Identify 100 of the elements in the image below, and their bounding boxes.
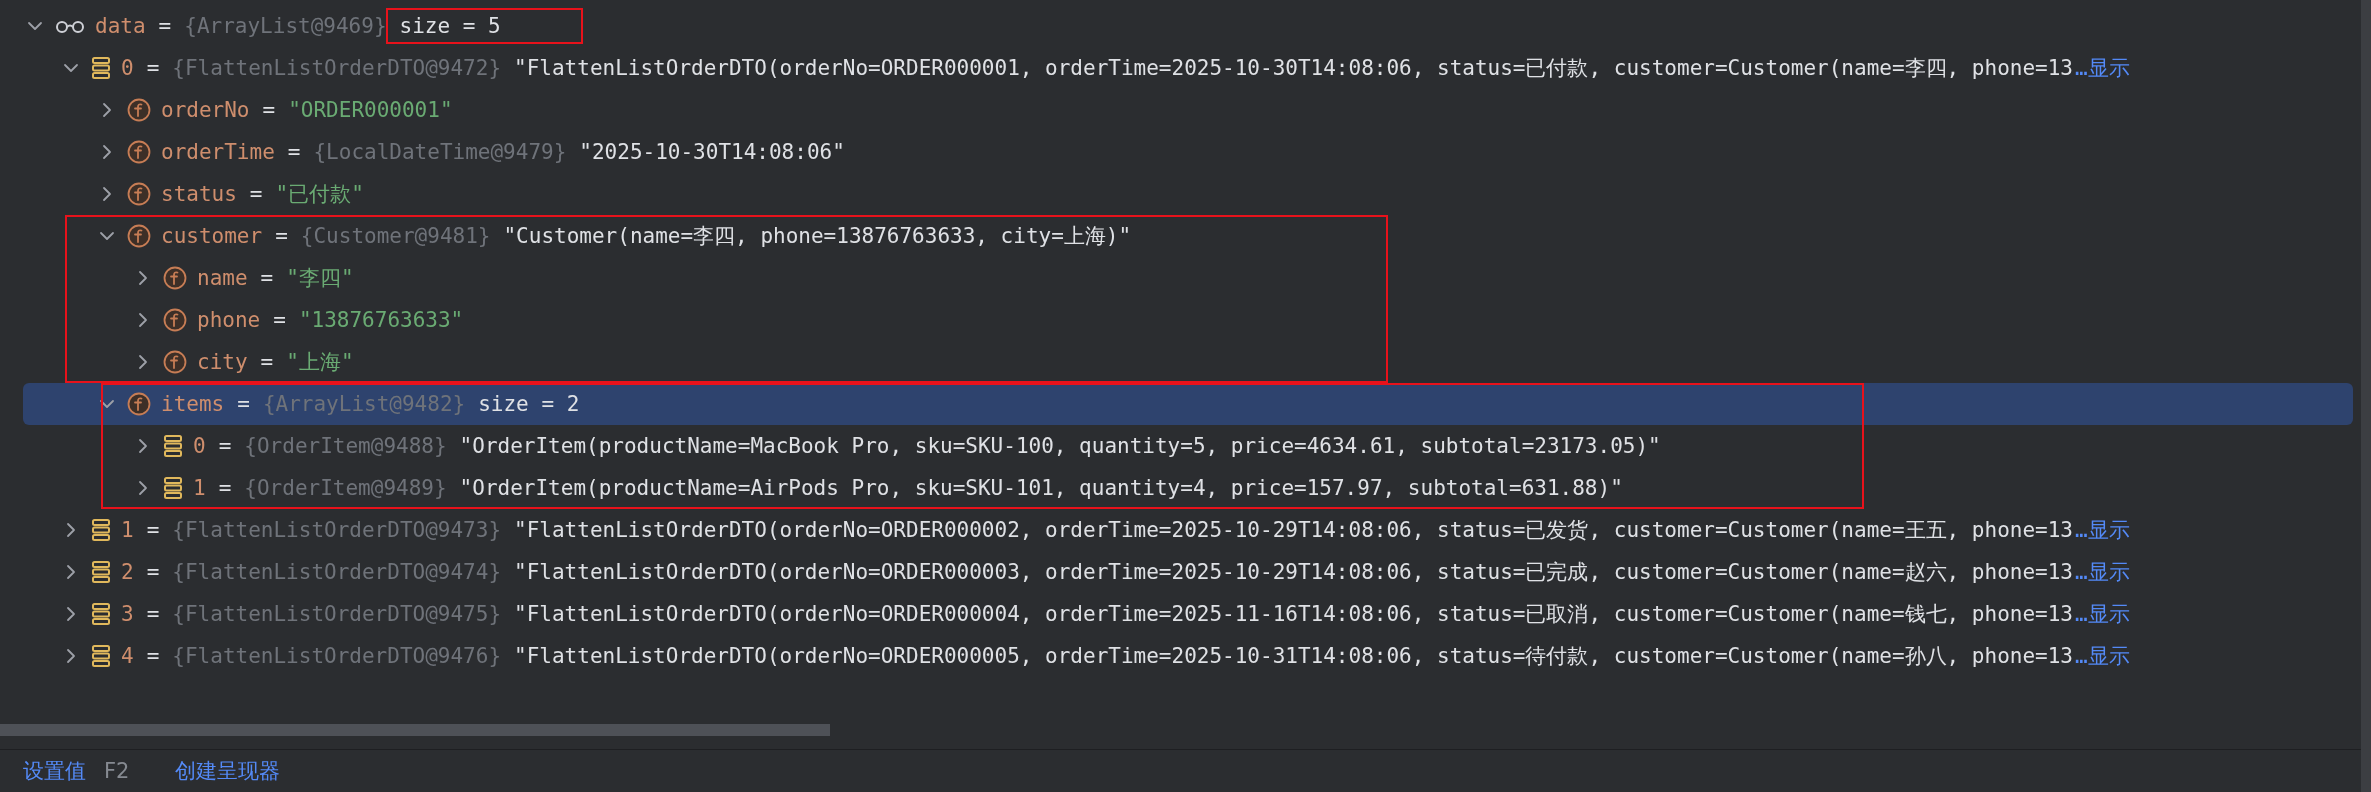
array-element-icon [163,434,183,458]
value-text: "已付款" [275,181,364,208]
tree-row[interactable]: orderTime = {LocalDateTime@9479} "2025-10-30T14:08:06" [23,131,2353,173]
value-text: "FlattenListOrderDTO(orderNo=ORDER000005, orderTime=2025-10-31T14:08:06, status=待付款, customer=Customer(name=孙八, phone=13 [514,643,2073,670]
type-label: {FlattenListOrderDTO@9476} [172,644,502,668]
value-text: "上海" [286,349,354,376]
field-icon [127,392,151,416]
variable-name: name [197,266,248,290]
value-text: "FlattenListOrderDTO(orderNo=ORDER000003, orderTime=2025-10-29T14:08:06, status=已完成, customer=Customer(name=赵六, phone=13 [514,559,2073,586]
value-text: "FlattenListOrderDTO(orderNo=ORDER000001, orderTime=2025-10-30T14:08:06, status=已付款, customer=Customer(name=李四, phone=13 [514,55,2073,82]
value-text: "2025-10-30T14:08:06" [579,140,845,164]
field-icon [163,266,187,290]
tree-row[interactable]: orderNo = "ORDER000001" [23,89,2353,131]
tree-row[interactable]: 2 = {FlattenListOrderDTO@9474} "FlattenListOrderDTO(orderNo=ORDER000003, orderTime=2025-10-29T14:08:06, status=已完成, customer=Customer(name=赵六, phone=13…显示 [23,551,2353,593]
horizontal-scrollbar[interactable] [0,724,830,736]
value-text: "ORDER000001" [288,98,453,122]
tree-row[interactable]: 4 = {FlattenListOrderDTO@9476} "FlattenListOrderDTO(orderNo=ORDER000005, orderTime=2025-10-31T14:08:06, status=待付款, customer=Customer(name=孙八, phone=13…显示 [23,635,2353,677]
type-label: {LocalDateTime@9479} [313,140,567,164]
type-label: {OrderItem@9488} [244,434,447,458]
type-label: {FlattenListOrderDTO@9475} [172,602,502,626]
equals-sign: = [146,56,160,80]
tree-row[interactable]: city = "上海" [23,341,2353,383]
type-label: {ArrayList@9482} [262,392,466,416]
value-text: "OrderItem(productName=MacBook Pro, sku=SKU-100, quantity=5, price=4634.61, subtotal=23173.05)" [459,434,1661,458]
show-more-link[interactable]: …显示 [2075,516,2130,544]
tree-row[interactable]: 3 = {FlattenListOrderDTO@9475} "FlattenListOrderDTO(orderNo=ORDER000004, orderTime=2025-11-16T14:08:06, status=已取消, customer=Customer(name=钱七, phone=13…显示 [23,593,2353,635]
equals-sign: = [262,98,276,122]
selected-row[interactable]: items = {ArrayList@9482} size = 2 [23,383,2353,425]
type-label: {Customer@9481} [300,224,491,248]
glasses-icon [55,18,85,34]
tree-row[interactable]: 0 = {OrderItem@9488} "OrderItem(productName=MacBook Pro, sku=SKU-100, quantity=5, price=4634.61, subtotal=23173.05)" [23,425,2353,467]
variable-name: city [197,350,248,374]
field-icon [127,140,151,164]
tree-row[interactable]: name = "李四" [23,257,2353,299]
field-icon [127,224,151,248]
value-text: "13876763633" [298,308,464,332]
tree-row[interactable]: 1 = {OrderItem@9489} "OrderItem(productName=AirPods Pro, sku=SKU-101, quantity=4, price=157.97, subtotal=631.88)" [23,467,2353,509]
equals-sign: = [249,182,263,206]
variable-name: 0 [193,434,206,458]
action-link[interactable]: 创建呈现器 [175,757,281,785]
value-text: size = 5 [385,8,583,44]
type-label: {FlattenListOrderDTO@9474} [172,560,502,584]
equals-sign: = [146,518,160,542]
show-more-link[interactable]: …显示 [2075,54,2130,82]
value-text: "OrderItem(productName=AirPods Pro, sku=SKU-101, quantity=4, price=157.97, subtotal=631.88)" [459,476,1623,500]
tree-row[interactable]: 0 = {FlattenListOrderDTO@9472} "FlattenListOrderDTO(orderNo=ORDER000001, orderTime=2025-10-30T14:08:06, status=已付款, customer=Customer(name=李四, phone=13…显示 [23,47,2353,89]
equals-sign: = [260,266,274,290]
equals-sign: = [260,350,274,374]
variable-name: phone [197,308,261,332]
array-element-icon [163,476,183,500]
equals-sign: = [158,14,172,38]
array-element-icon [91,56,111,80]
array-element-icon [91,602,111,626]
tree-row[interactable]: data = {ArrayList@9469} size = 5 [23,5,2353,47]
variable-name: customer [161,224,263,248]
variable-name: orderNo [161,98,250,122]
array-element-icon [91,518,111,542]
equals-sign: = [146,602,160,626]
value-text: "李四" [286,265,354,292]
tree-row[interactable]: customer = {Customer@9481} "Customer(name=李四, phone=13876763633, city=上海)" [23,215,2353,257]
value-text: size = 2 [478,392,580,416]
tree-row[interactable]: phone = "13876763633" [23,299,2353,341]
variable-name: data [95,14,146,38]
action-link[interactable]: 设置值 [23,757,86,785]
equals-sign: = [287,140,301,164]
type-label: {OrderItem@9489} [244,476,447,500]
variable-name: 1 [193,476,206,500]
variable-name: 1 [121,518,134,542]
variable-name: items [161,392,225,416]
equals-sign: = [146,644,160,668]
equals-sign: = [237,392,250,416]
equals-sign: = [218,476,232,500]
show-more-link[interactable]: …显示 [2075,642,2130,670]
equals-sign: = [273,308,286,332]
array-element-icon [91,644,111,668]
variable-name: orderTime [161,140,275,164]
variable-name: 3 [121,602,134,626]
equals-sign: = [275,224,288,248]
equals-sign: = [218,434,232,458]
type-label: {FlattenListOrderDTO@9473} [172,518,502,542]
field-icon [127,98,151,122]
tree-row[interactable]: status = "已付款" [23,173,2353,215]
variable-name: 2 [121,560,134,584]
variable-name: status [161,182,237,206]
field-icon [163,308,187,332]
value-text: "Customer(name=李四, phone=13876763633, city=上海)" [503,223,1132,250]
type-label: {ArrayList@9469} [184,14,387,38]
field-icon [127,182,151,206]
equals-sign: = [146,560,160,584]
value-text: "FlattenListOrderDTO(orderNo=ORDER000004, orderTime=2025-11-16T14:08:06, status=已取消, customer=Customer(name=钱七, phone=13 [514,601,2073,628]
type-label: {FlattenListOrderDTO@9472} [172,56,502,80]
shortcut-label: F2 [104,759,130,783]
tree-row[interactable]: 1 = {FlattenListOrderDTO@9473} "FlattenListOrderDTO(orderNo=ORDER000002, orderTime=2025-10-29T14:08:06, status=已发货, customer=Customer(name=王五, phone=13…显示 [23,509,2353,551]
array-element-icon [91,560,111,584]
variable-name: 0 [121,56,134,80]
show-more-link[interactable]: …显示 [2075,558,2130,586]
variable-name: 4 [121,644,134,668]
value-text: "FlattenListOrderDTO(orderNo=ORDER000002, orderTime=2025-10-29T14:08:06, status=已发货, customer=Customer(name=王五, phone=13 [514,517,2073,544]
field-icon [163,350,187,374]
show-more-link[interactable]: …显示 [2075,600,2130,628]
